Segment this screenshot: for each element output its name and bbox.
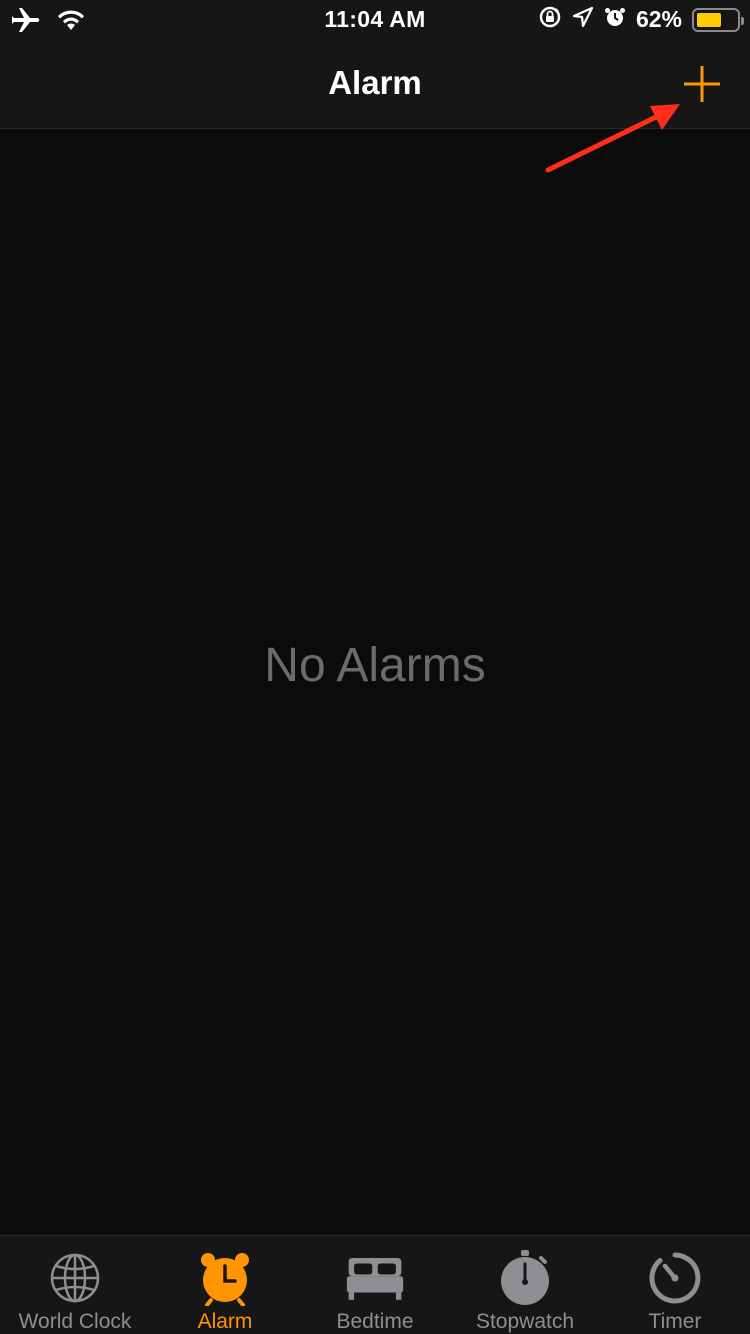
tab-timer[interactable]: Timer <box>600 1236 750 1334</box>
tab-label: Timer <box>648 1310 702 1333</box>
tab-bar: World Clock Alarm Bedtime Stopwatch Time… <box>0 1235 750 1334</box>
tab-label: Alarm <box>197 1310 253 1333</box>
bed-icon <box>345 1248 405 1308</box>
empty-state-message: No Alarms <box>264 639 486 692</box>
alarm-clock-icon <box>195 1248 255 1308</box>
add-alarm-button[interactable] <box>678 60 726 108</box>
battery-percent: 62% <box>635 6 682 32</box>
globe-icon <box>45 1248 105 1308</box>
battery-level-fill <box>697 12 721 27</box>
plus-icon <box>684 66 720 102</box>
timer-icon <box>645 1248 705 1308</box>
status-right-icons: 62% <box>538 5 744 34</box>
tab-stopwatch[interactable]: Stopwatch <box>450 1236 600 1334</box>
status-bar: 11:04 AM 62% <box>0 0 750 40</box>
battery-icon <box>692 7 744 32</box>
tab-world-clock[interactable]: World Clock <box>0 1236 150 1334</box>
navigation-bar: Alarm <box>0 40 750 129</box>
tab-alarm[interactable]: Alarm <box>150 1236 300 1334</box>
tab-label: Stopwatch <box>475 1310 575 1333</box>
tab-label: Bedtime <box>336 1310 414 1333</box>
rotation-lock-icon <box>538 5 562 34</box>
alarm-clock-icon <box>604 6 626 33</box>
stopwatch-icon <box>495 1248 555 1308</box>
clock-app-screen: 11:04 AM 62% Alarm No Alarms World Clock… <box>0 0 750 1334</box>
tab-label: World Clock <box>18 1310 132 1333</box>
page-title: Alarm <box>328 64 422 101</box>
alarm-list-area: No Alarms <box>0 130 750 1235</box>
tab-bedtime[interactable]: Bedtime <box>300 1236 450 1334</box>
location-icon <box>572 6 594 33</box>
